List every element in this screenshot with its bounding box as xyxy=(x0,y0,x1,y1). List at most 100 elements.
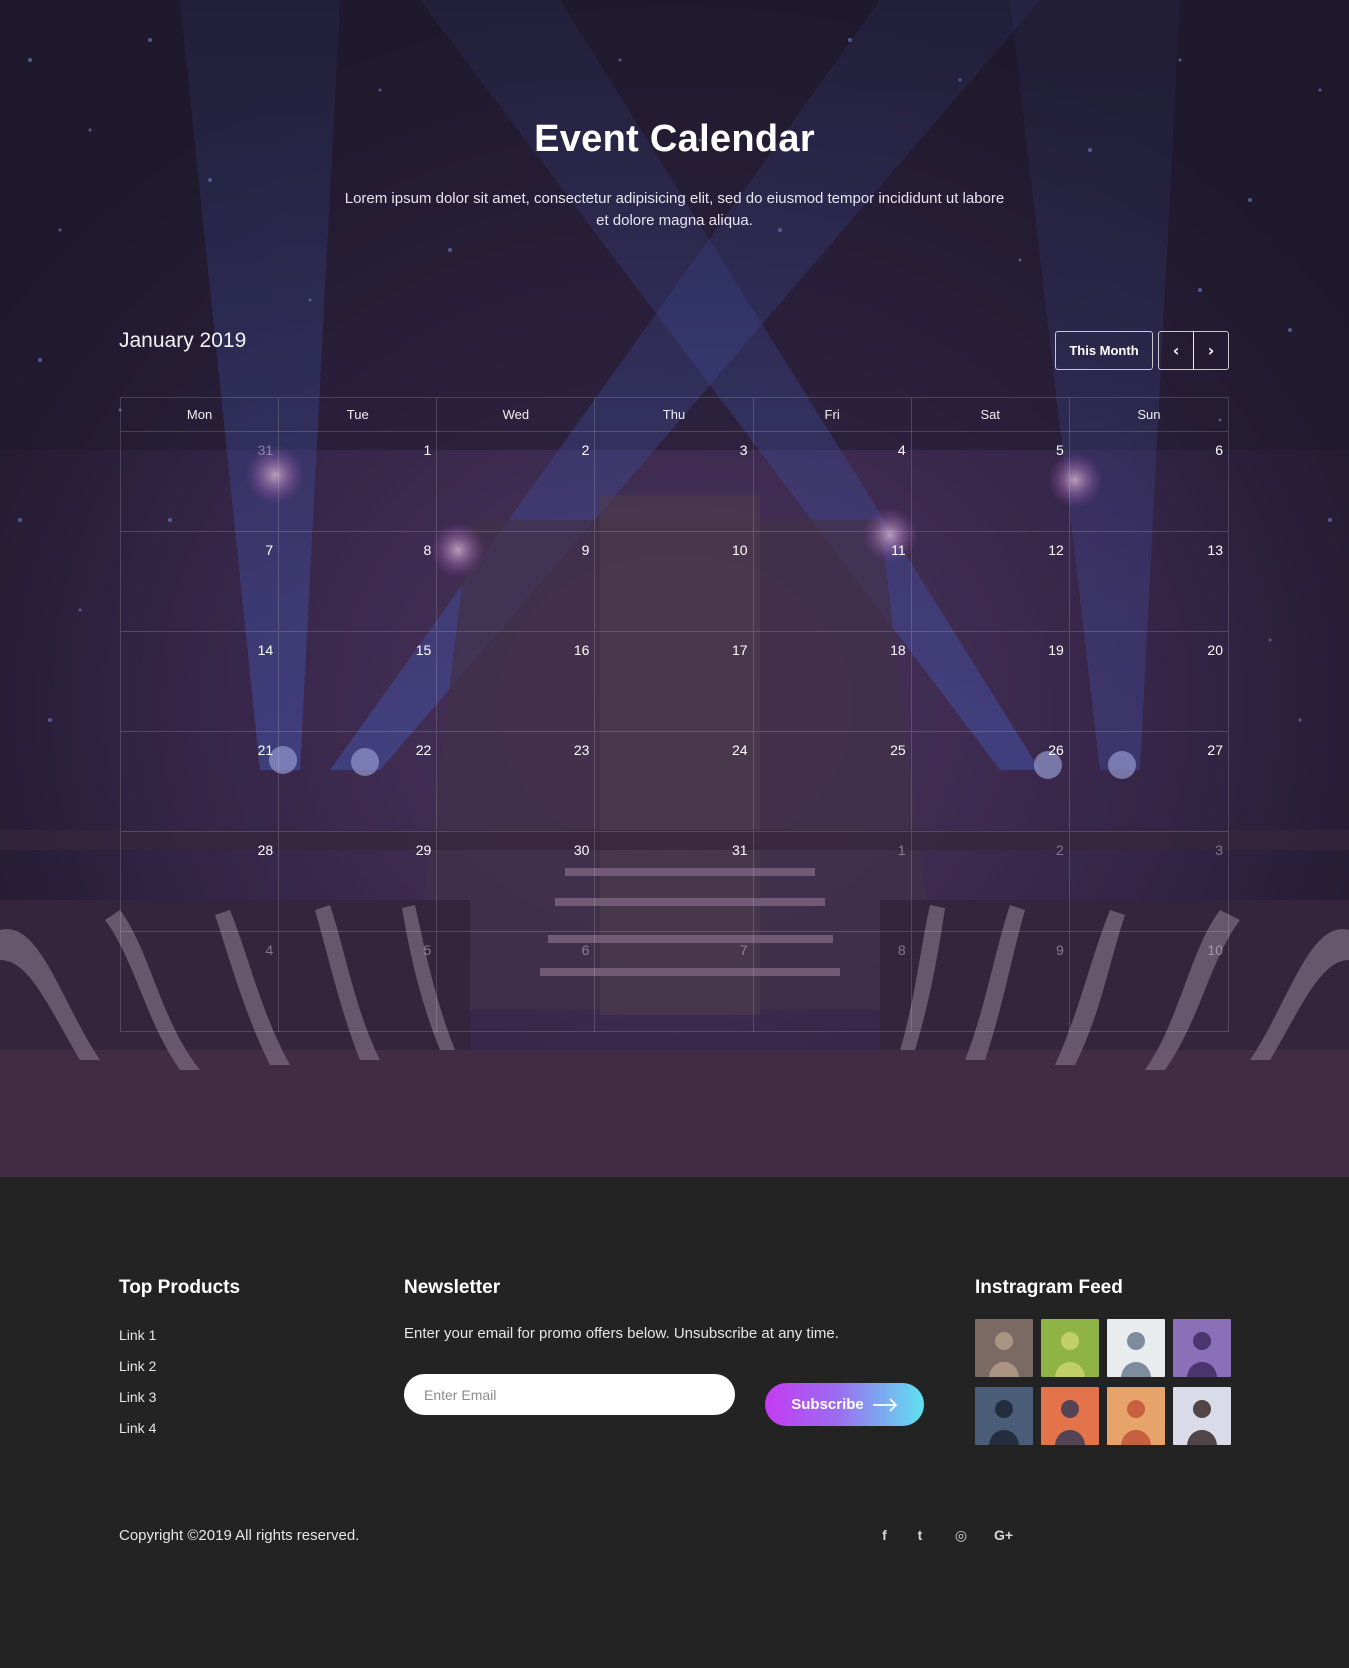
calendar-day-cell[interactable]: 10 xyxy=(595,532,754,632)
calendar-day-cell[interactable]: 2 xyxy=(911,832,1070,932)
calendar-day-cell[interactable]: 31 xyxy=(595,832,754,932)
weekday-sat: Sat xyxy=(912,398,1070,432)
calendar-day-cell[interactable]: 7 xyxy=(595,932,754,1032)
weekday-tue: Tue xyxy=(279,398,438,432)
newsletter-heading: Newsletter xyxy=(404,1277,501,1298)
calendar-day-cell[interactable]: 16 xyxy=(437,632,596,732)
calendar-day-cell[interactable]: 1 xyxy=(279,432,438,532)
calendar-day-number: 10 xyxy=(731,542,748,558)
rice-field-photo[interactable] xyxy=(1041,1319,1099,1377)
calendar-day-cell[interactable]: 21 xyxy=(121,732,280,832)
calendar-day-number: 7 xyxy=(739,942,748,958)
calendar-day-cell[interactable]: 8 xyxy=(754,932,912,1032)
calendar-day-cell[interactable]: 6 xyxy=(437,932,596,1032)
calendar-day-number: 4 xyxy=(897,442,906,458)
calendar-day-number: 3 xyxy=(739,442,748,458)
calendar-day-number: 13 xyxy=(1207,542,1223,558)
calendar-day-cell[interactable]: 29 xyxy=(279,832,438,932)
facebook-icon[interactable]: f xyxy=(870,1523,899,1547)
calendar-day-cell[interactable]: 17 xyxy=(595,632,754,732)
calendar-day-cell[interactable]: 28 xyxy=(121,832,280,932)
calendar-day-cell[interactable]: 5 xyxy=(911,432,1070,532)
calendar-day-number: 23 xyxy=(573,742,590,758)
calendar-day-cell[interactable]: 3 xyxy=(1069,832,1228,932)
calendar-day-number: 19 xyxy=(1048,642,1064,658)
top-products-links: Link 1 Link 2 Link 3 Link 4 xyxy=(119,1325,156,1449)
calendar-day-cell[interactable]: 10 xyxy=(1070,932,1228,1032)
calendar-day-cell[interactable]: 5 xyxy=(279,932,438,1032)
calendar-day-cell[interactable]: 20 xyxy=(1069,632,1228,732)
calendar-day-cell[interactable]: 9 xyxy=(437,532,596,632)
arrow-right-icon xyxy=(872,1397,898,1412)
social-links: f t ◎ G+ xyxy=(870,1523,1026,1547)
calendar-day-cell[interactable]: 11 xyxy=(753,532,912,632)
calendar-day-number: 30 xyxy=(573,842,590,858)
calendar-day-cell[interactable]: 27 xyxy=(1069,732,1228,832)
calendar-day-cell[interactable]: 24 xyxy=(595,732,754,832)
calendar-day-number: 26 xyxy=(1048,742,1064,758)
footer-link-4[interactable]: Link 4 xyxy=(119,1418,156,1449)
calendar-day-cell[interactable]: 15 xyxy=(279,632,438,732)
calendar-day-cell[interactable]: 1 xyxy=(753,832,912,932)
hat-woman-photo[interactable] xyxy=(1107,1387,1165,1445)
calendar-day-number: 31 xyxy=(257,442,274,458)
twitter-icon[interactable]: t xyxy=(899,1523,941,1547)
instagram-feed-grid xyxy=(975,1319,1231,1445)
calendar-day-cell[interactable]: 26 xyxy=(911,732,1070,832)
chevron-right-icon: › xyxy=(1207,341,1215,360)
calendar-day-number: 27 xyxy=(1207,742,1223,758)
calendar-day-number: 31 xyxy=(731,842,748,858)
calendar-day-cell[interactable]: 4 xyxy=(753,432,912,532)
girl-hood-photo[interactable] xyxy=(1173,1387,1231,1445)
calendar-day-cell[interactable]: 4 xyxy=(121,932,280,1032)
sunset-beach-photo[interactable] xyxy=(1041,1387,1099,1445)
email-field[interactable] xyxy=(404,1374,735,1415)
calendar-day-cell[interactable]: 3 xyxy=(595,432,754,532)
calendar-day-number: 8 xyxy=(423,542,432,558)
calendar-day-cell[interactable]: 6 xyxy=(1069,432,1228,532)
calendar-day-number: 20 xyxy=(1207,642,1223,658)
taj-mahal-photo[interactable] xyxy=(1173,1319,1231,1377)
calendar-weekday-header: Mon Tue Wed Thu Fri Sat Sun xyxy=(121,398,1228,432)
calendar-day-number: 10 xyxy=(1207,942,1223,958)
calendar-day-number: 15 xyxy=(415,642,432,658)
calendar-day-cell[interactable]: 14 xyxy=(121,632,280,732)
calendar-day-cell[interactable]: 25 xyxy=(753,732,912,832)
calendar-day-cell[interactable]: 19 xyxy=(911,632,1070,732)
calendar-day-number: 9 xyxy=(1056,942,1064,958)
calendar-day-cell[interactable]: 18 xyxy=(753,632,912,732)
calendar-day-cell[interactable]: 12 xyxy=(911,532,1070,632)
top-products-heading: Top Products xyxy=(119,1277,241,1298)
instagram-icon[interactable]: ◎ xyxy=(941,1523,981,1547)
child-photo[interactable] xyxy=(975,1319,1033,1377)
footer-link-2[interactable]: Link 2 xyxy=(119,1356,156,1387)
weekday-wed: Wed xyxy=(437,398,596,432)
calendar-day-cell[interactable]: 9 xyxy=(912,932,1070,1032)
calendar-day-number: 7 xyxy=(265,542,274,558)
subscribe-button[interactable]: Subscribe xyxy=(765,1383,924,1426)
calendar-day-number: 14 xyxy=(257,642,274,658)
google-plus-icon[interactable]: G+ xyxy=(981,1523,1026,1547)
calendar-day-number: 3 xyxy=(1215,842,1223,858)
calendar-day-cell[interactable]: 23 xyxy=(437,732,596,832)
calendar-day-cell[interactable]: 30 xyxy=(437,832,596,932)
calendar-day-cell[interactable]: 13 xyxy=(1069,532,1228,632)
footer-link-1[interactable]: Link 1 xyxy=(119,1325,156,1356)
girl-backpack-photo[interactable] xyxy=(1107,1319,1165,1377)
calendar-day-number: 5 xyxy=(1056,442,1064,458)
next-month-button[interactable]: › xyxy=(1193,331,1229,370)
calendar-day-number: 17 xyxy=(731,642,748,658)
calendar-day-cell[interactable]: 31 xyxy=(121,432,280,532)
calendar-day-number: 18 xyxy=(890,642,906,658)
footer-link-3[interactable]: Link 3 xyxy=(119,1387,156,1418)
calendar-day-number: 11 xyxy=(891,542,906,558)
calendar-day-cell[interactable]: 8 xyxy=(279,532,438,632)
this-month-button[interactable]: This Month xyxy=(1055,331,1153,370)
calendar-day-cell[interactable]: 22 xyxy=(279,732,438,832)
calendar-day-cell[interactable]: 7 xyxy=(121,532,280,632)
calendar-day-number: 16 xyxy=(573,642,590,658)
calendar-day-cell[interactable]: 2 xyxy=(437,432,596,532)
calendar-day-number: 1 xyxy=(897,842,906,858)
prev-month-button[interactable]: ‹ xyxy=(1158,331,1194,370)
traveler-suitcase-photo[interactable] xyxy=(975,1387,1033,1445)
